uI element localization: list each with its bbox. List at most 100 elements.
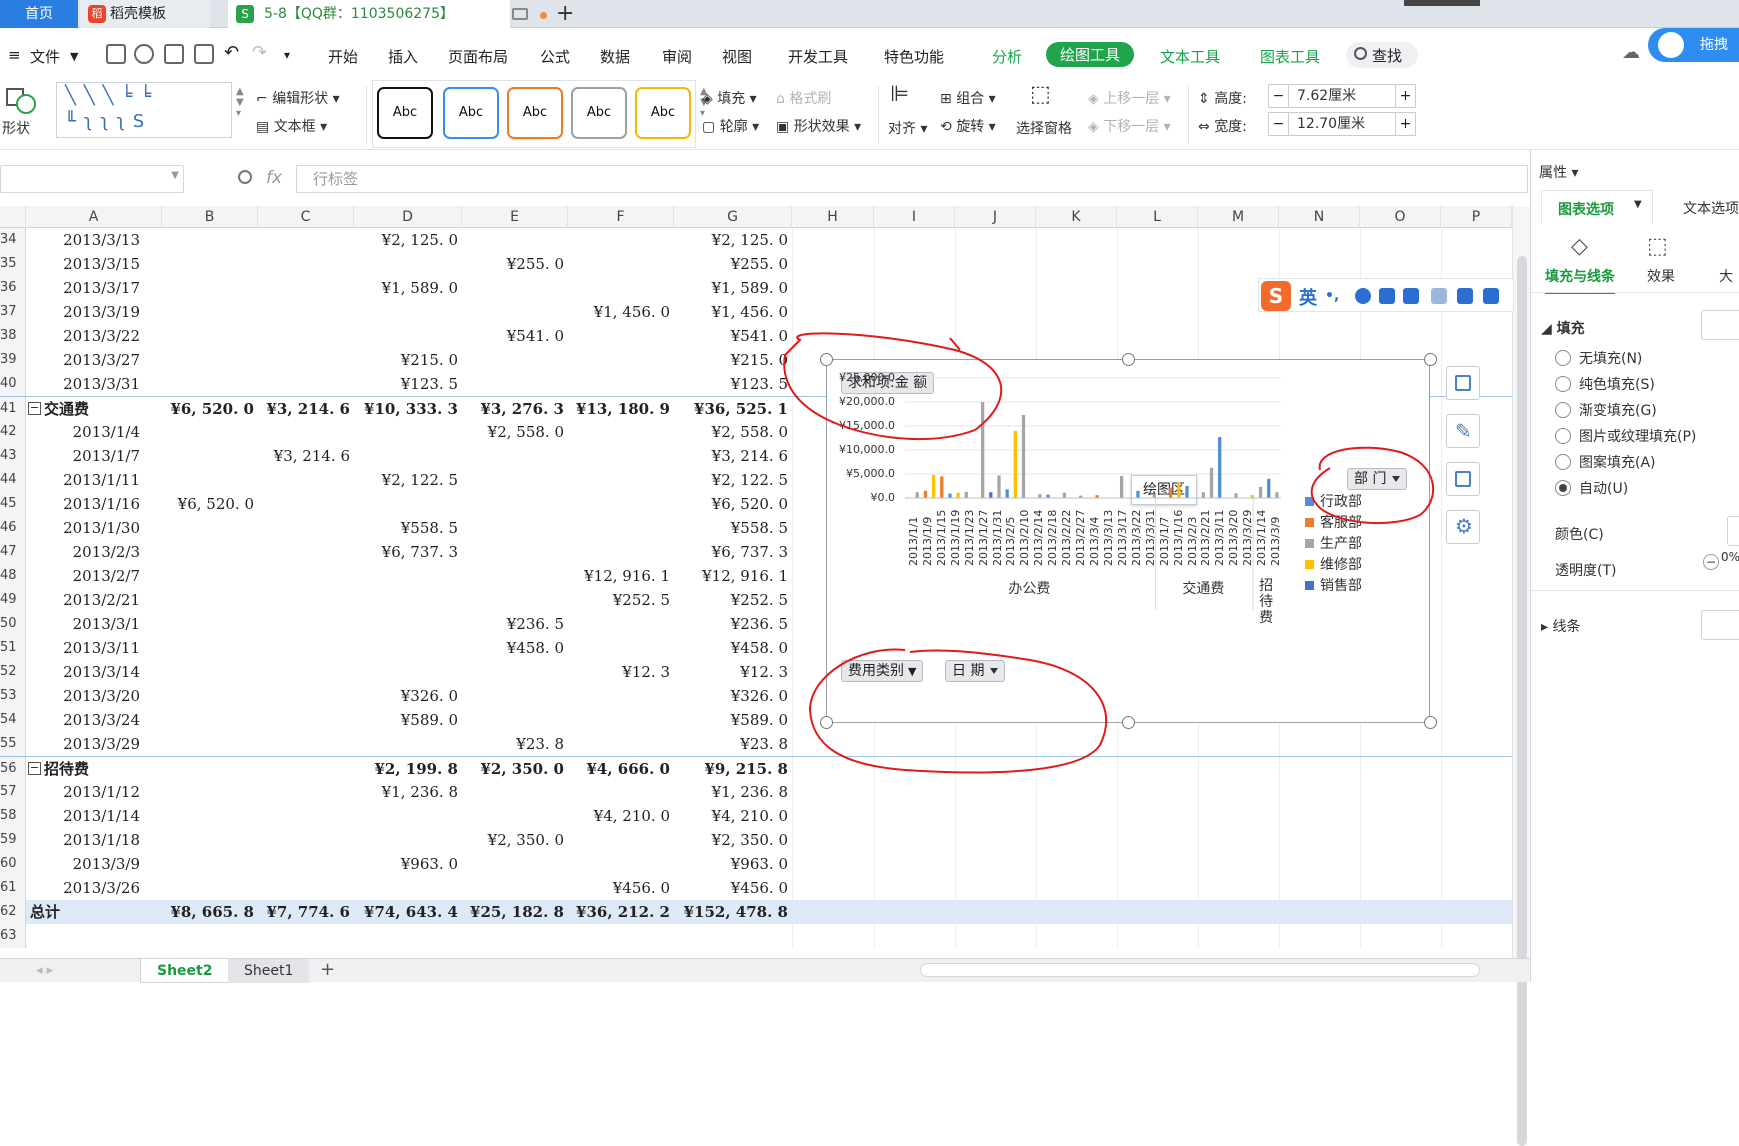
cell-b[interactable]: ¥6, 520. 0	[162, 397, 254, 421]
effect-icon[interactable]: ⬚	[1647, 234, 1668, 259]
color-picker[interactable]	[1727, 516, 1739, 546]
row-number[interactable]: 35	[0, 252, 26, 276]
cell-e[interactable]: ¥255. 0	[462, 252, 564, 276]
menu-formula[interactable]: 公式	[540, 46, 570, 67]
col-header-i[interactable]: I	[874, 206, 955, 228]
cell-f[interactable]: ¥4, 210. 0	[568, 804, 670, 828]
cell-g[interactable]: ¥2, 558. 0	[674, 420, 788, 444]
col-header-a[interactable]: A	[26, 206, 162, 228]
cell-a[interactable]: 交通费	[44, 397, 164, 421]
menu-drawing-tools[interactable]: 绘图工具	[1046, 42, 1135, 67]
col-header-h[interactable]: H	[792, 206, 874, 228]
cell-a[interactable]: 2013/3/14	[40, 660, 166, 684]
save-icon[interactable]	[106, 44, 126, 64]
cell-g[interactable]: ¥123. 5	[674, 372, 788, 396]
zoom-icon[interactable]	[238, 170, 252, 184]
cell-a[interactable]: 2013/3/17	[40, 276, 166, 300]
cell-a[interactable]: 2013/1/12	[40, 780, 166, 804]
search-button[interactable]: 查找	[1346, 42, 1418, 68]
col-header-n[interactable]: N	[1279, 206, 1360, 228]
row-number[interactable]: 50	[0, 612, 26, 636]
col-header-d[interactable]: D	[354, 206, 462, 228]
cell-a[interactable]: 2013/3/29	[40, 732, 166, 756]
table-row[interactable]: 35 2013/3/15 ¥255. 0 ¥255. 0	[0, 252, 1512, 276]
tab-home[interactable]: 首页	[0, 0, 78, 28]
cell-d[interactable]: ¥10, 333. 3	[354, 397, 458, 421]
table-row[interactable]: 34 2013/3/13 ¥2, 125. 0 ¥2, 125. 0	[0, 228, 1512, 252]
chart-filter-button[interactable]	[1446, 462, 1480, 496]
opt-gradient-fill[interactable]: 渐变填充(G)	[1579, 400, 1657, 420]
cell-g[interactable]: ¥252. 5	[674, 588, 788, 612]
resize-handle[interactable]	[1424, 353, 1437, 366]
legend-item[interactable]: 行政部	[1305, 491, 1362, 511]
cell-g[interactable]: ¥9, 215. 8	[674, 757, 788, 781]
cell-b[interactable]: ¥6, 520. 0	[162, 492, 254, 516]
cell-a[interactable]: 2013/1/16	[40, 492, 166, 516]
legend-item[interactable]: 维修部	[1305, 554, 1362, 574]
rotate-button[interactable]: ⟲ 旋转 ▾	[940, 116, 996, 136]
opt-pattern-fill[interactable]: 图案填充(A)	[1579, 452, 1656, 472]
cell-a[interactable]: 总计	[30, 900, 150, 924]
add-sheet-icon[interactable]: +	[320, 959, 335, 980]
cell-a[interactable]: 2013/1/11	[40, 468, 166, 492]
menu-analyze[interactable]: 分析	[992, 46, 1022, 67]
opt-picture-fill[interactable]: 图片或纹理填充(P)	[1579, 426, 1696, 446]
menu-special[interactable]: 特色功能	[884, 46, 944, 67]
radio-no-fill[interactable]	[1555, 350, 1571, 366]
chevron-down-icon[interactable]: ▼	[70, 50, 78, 63]
resize-handle[interactable]	[1424, 716, 1437, 729]
select-pane-icon[interactable]: ⬚	[1030, 82, 1051, 107]
col-header-l[interactable]: L	[1117, 206, 1198, 228]
user-icon[interactable]	[1431, 288, 1447, 304]
legend-item[interactable]: 客服部	[1305, 512, 1362, 532]
cell-g[interactable]: ¥255. 0	[674, 252, 788, 276]
row-number[interactable]: 57	[0, 780, 26, 804]
row-number[interactable]: 55	[0, 732, 26, 756]
cell-d[interactable]: ¥326. 0	[354, 684, 458, 708]
monitor-icon[interactable]	[512, 8, 528, 20]
name-box[interactable]: ▼	[0, 165, 184, 193]
cell-f[interactable]: ¥12. 3	[568, 660, 670, 684]
cell-a[interactable]: 2013/3/26	[40, 876, 166, 900]
cell-g[interactable]: ¥2, 350. 0	[674, 828, 788, 852]
cell-a[interactable]: 2013/1/7	[40, 444, 166, 468]
fx-icon[interactable]: fx	[266, 168, 282, 188]
panel-title[interactable]: 属性 ▾	[1539, 162, 1578, 182]
col-header-g[interactable]: G	[674, 206, 792, 228]
cell-d[interactable]: ¥2, 122. 5	[354, 468, 458, 492]
shape-icon[interactable]	[6, 84, 40, 114]
col-header-c[interactable]: C	[258, 206, 354, 228]
cell-f[interactable]: ¥36, 212. 2	[568, 900, 670, 924]
send-backward-button[interactable]: ◈ 下移一层 ▾	[1088, 116, 1171, 136]
fill-button[interactable]: ◈ 填充 ▾	[702, 88, 757, 108]
export-icon[interactable]	[134, 44, 154, 64]
pivot-chart[interactable]: 求和项:金 额 部 门 费用类别 ▼ 日 期 绘图区 ¥25,000.0 ¥20,0…	[826, 359, 1430, 723]
minus-icon[interactable]: −	[1269, 113, 1289, 135]
minus-icon[interactable]: −	[1269, 85, 1289, 107]
table-row[interactable]: 60 2013/3/9 ¥963. 0 ¥963. 0	[0, 852, 1512, 876]
cell-e[interactable]: ¥2, 558. 0	[462, 420, 564, 444]
scroll-thumb[interactable]	[1517, 256, 1527, 1146]
row-number[interactable]: 40	[0, 372, 26, 396]
tab-fill-line[interactable]: 填充与线条	[1545, 266, 1615, 294]
style-abc-3[interactable]: Abc	[507, 87, 563, 139]
resize-handle[interactable]	[1122, 353, 1135, 366]
cell-g[interactable]: ¥541. 0	[674, 324, 788, 348]
resize-handle[interactable]	[820, 716, 833, 729]
cell-a[interactable]: 2013/3/13	[40, 228, 166, 252]
cell-e[interactable]: ¥23. 8	[462, 732, 564, 756]
row-number[interactable]: 38	[0, 324, 26, 348]
cell-g[interactable]: ¥12. 3	[674, 660, 788, 684]
cell-a[interactable]: 2013/1/4	[40, 420, 166, 444]
style-abc-1[interactable]: Abc	[377, 87, 433, 139]
cell-g[interactable]: ¥23. 8	[674, 732, 788, 756]
style-abc-5[interactable]: Abc	[635, 87, 691, 139]
cell-a[interactable]: 2013/1/18	[40, 828, 166, 852]
cloud-drag-button[interactable]: 拖拽上	[1648, 28, 1739, 87]
row-number[interactable]: 49	[0, 588, 26, 612]
col-header-m[interactable]: M	[1198, 206, 1279, 228]
outline-button[interactable]: ▢ 轮廓 ▾	[702, 116, 759, 136]
cell-g[interactable]: ¥326. 0	[674, 684, 788, 708]
row-number[interactable]: 43	[0, 444, 26, 468]
cell-d[interactable]: ¥215. 0	[354, 348, 458, 372]
